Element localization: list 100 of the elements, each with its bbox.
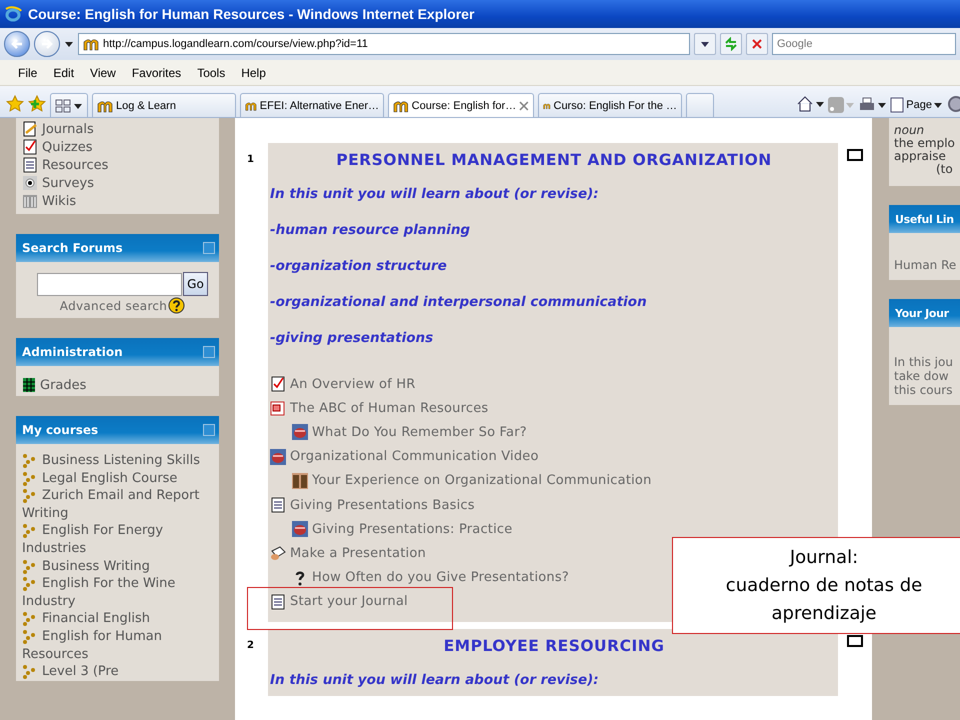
activity-link[interactable]: Organizational Communication Video bbox=[290, 449, 539, 464]
activity-link[interactable]: An Overview of HR bbox=[290, 376, 416, 392]
activity-type-link[interactable]: Surveys bbox=[42, 176, 94, 190]
document-icon bbox=[22, 157, 38, 173]
browser-logo-icon bbox=[4, 5, 22, 23]
search-field[interactable] bbox=[37, 272, 182, 296]
activity-link[interactable]: Giving Presentations: Practice bbox=[312, 522, 512, 537]
back-button[interactable] bbox=[4, 31, 30, 57]
section-checkbox[interactable] bbox=[847, 634, 863, 647]
feed-icon bbox=[828, 97, 844, 113]
dots-icon bbox=[22, 665, 36, 680]
activity-link[interactable]: Make a Presentation bbox=[290, 546, 426, 561]
address-field[interactable]: http://campus.logandlearn.com/course/view.php?id=11 bbox=[78, 33, 690, 55]
dots-icon bbox=[22, 612, 36, 626]
search-field[interactable]: Google bbox=[772, 33, 956, 55]
browser-tab[interactable]: Course: English for… bbox=[388, 93, 534, 117]
stop-button[interactable] bbox=[746, 33, 768, 55]
browser-tab[interactable]: EFEI: Alternative Ener… bbox=[240, 93, 384, 117]
close-icon bbox=[519, 100, 529, 110]
course-link[interactable]: English for Human Resources bbox=[22, 628, 215, 664]
caret-icon bbox=[846, 101, 854, 109]
block-title: Your Jour bbox=[895, 306, 949, 320]
course-link[interactable]: Zurich Email and Report Writing bbox=[22, 487, 215, 522]
course-link[interactable]: English For Energy Industries bbox=[22, 522, 215, 558]
journal-description: In this jou take dow this cours bbox=[894, 355, 954, 397]
browser-tab[interactable]: Curso: English For the … bbox=[538, 93, 682, 117]
forward-button[interactable] bbox=[34, 31, 60, 57]
useful-link[interactable]: Human Re bbox=[894, 258, 956, 272]
course-link[interactable]: Business Listening Skills bbox=[22, 452, 215, 470]
browser-tab[interactable]: Log & Learn bbox=[92, 93, 236, 117]
block-title: My courses bbox=[22, 423, 98, 437]
checked-page-icon bbox=[270, 376, 286, 392]
star-icon bbox=[6, 95, 24, 113]
callout-text: Journal: cuaderno de notas de aprendizaje bbox=[724, 546, 924, 626]
go-button[interactable]: Go bbox=[183, 272, 208, 296]
advanced-search-link[interactable]: Advanced search bbox=[60, 298, 168, 312]
course-link[interactable]: Legal English Course bbox=[22, 470, 215, 488]
radio-icon bbox=[22, 175, 38, 191]
admin-link[interactable]: Grades bbox=[40, 378, 86, 392]
refresh-icon bbox=[724, 37, 738, 51]
topic-text: -human resource planning bbox=[270, 222, 470, 238]
collapse-toggle[interactable] bbox=[203, 424, 215, 436]
topic-text: -organization structure bbox=[270, 258, 447, 274]
menu-item[interactable]: File bbox=[10, 66, 46, 80]
checked-page-icon bbox=[22, 139, 38, 155]
activity-link[interactable]: The ABC of Human Resources bbox=[290, 400, 488, 416]
activity-type-link[interactable]: Wikis bbox=[42, 194, 76, 208]
section-checkbox[interactable] bbox=[847, 149, 863, 161]
block-title: Administration bbox=[22, 345, 123, 359]
caret-icon bbox=[64, 40, 74, 48]
block-title: Search Forums bbox=[22, 241, 123, 255]
collapse-toggle[interactable] bbox=[203, 242, 215, 254]
m-logo-icon bbox=[97, 98, 113, 112]
dots-icon bbox=[22, 577, 36, 592]
section-number: 2 bbox=[247, 640, 254, 651]
dots-icon bbox=[22, 524, 36, 538]
activity-link[interactable]: What Do You Remember So Far? bbox=[312, 424, 527, 440]
caret-icon bbox=[934, 101, 942, 109]
dots-icon bbox=[22, 489, 36, 504]
caret-icon bbox=[700, 40, 710, 48]
section-number: 1 bbox=[247, 154, 254, 165]
activity-type-link[interactable]: Journals bbox=[42, 122, 94, 136]
activity-link[interactable]: How Often do you Give Presentations? bbox=[312, 570, 569, 586]
menu-item[interactable]: Tools bbox=[189, 66, 234, 80]
activity-link[interactable]: Giving Presentations Basics bbox=[290, 498, 475, 513]
add-star-icon bbox=[28, 95, 46, 113]
dots-icon bbox=[22, 630, 36, 644]
section-title: EMPLOYEE RESOURCING bbox=[444, 636, 664, 655]
activity-link[interactable]: Your Experience on Organizational Communication bbox=[312, 473, 652, 488]
window-title: Course: English for Human Resources - Windows Internet Explorer bbox=[28, 6, 474, 22]
dropdown-button[interactable] bbox=[694, 33, 716, 55]
menu-item[interactable]: Help bbox=[233, 66, 274, 80]
caret-icon bbox=[74, 102, 82, 110]
dots-icon bbox=[22, 560, 36, 574]
course-link[interactable]: English For the Wine Industry bbox=[22, 575, 215, 610]
wiki-icon bbox=[22, 193, 38, 209]
m-logo-icon bbox=[83, 37, 99, 51]
menu-item[interactable]: View bbox=[82, 66, 124, 80]
menu-item[interactable]: Edit bbox=[45, 66, 82, 80]
caret-icon bbox=[816, 100, 824, 108]
course-link[interactable]: Business Writing bbox=[22, 558, 215, 576]
section-title: PERSONNEL MANAGEMENT AND ORGANIZATION bbox=[336, 151, 772, 169]
activity-type-link[interactable]: Quizzes bbox=[42, 140, 93, 154]
block-title: Useful Lin bbox=[895, 212, 954, 226]
m-logo-icon bbox=[393, 98, 409, 112]
course-link[interactable]: Level 3 (Pre bbox=[22, 663, 215, 681]
page-menu-button[interactable]: Page bbox=[890, 97, 942, 113]
activity-link[interactable]: Start your Journal bbox=[290, 594, 408, 610]
topic-text: -organizational and interpersonal communication bbox=[270, 294, 647, 310]
back-arrow-icon bbox=[11, 38, 23, 50]
collapse-toggle[interactable] bbox=[203, 346, 215, 358]
dots-icon bbox=[22, 454, 36, 468]
document-icon bbox=[270, 497, 286, 514]
page-icon bbox=[890, 97, 904, 113]
menu-item[interactable]: Favorites bbox=[124, 66, 190, 80]
quick-tabs-button[interactable] bbox=[50, 93, 88, 117]
printer-icon bbox=[858, 97, 876, 113]
activity-type-link[interactable]: Resources bbox=[42, 158, 108, 172]
close-icon bbox=[751, 38, 763, 50]
course-link[interactable]: Financial English bbox=[22, 610, 215, 628]
